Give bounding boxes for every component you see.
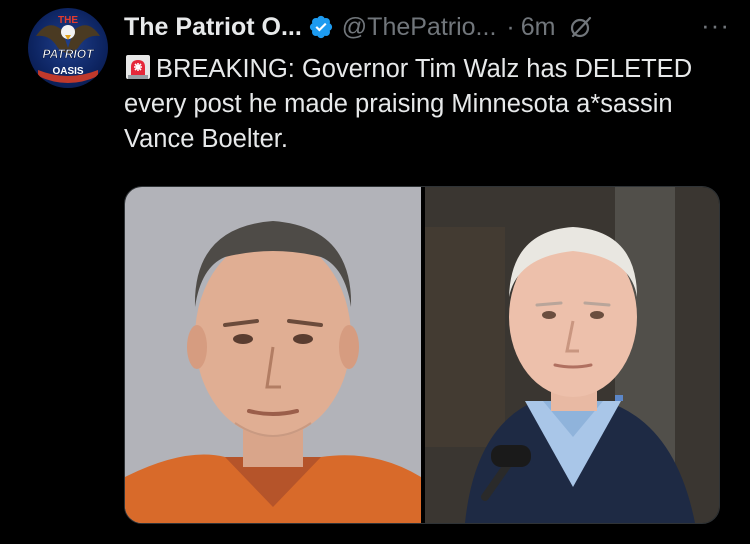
- police-light-emoji-icon: [124, 53, 152, 81]
- display-name[interactable]: The Patriot O...: [124, 13, 302, 42]
- tweet-text: BREAKING: Governor Tim Walz has DELETED …: [124, 52, 724, 157]
- tweet-header: The Patriot O... @ThePatrio... · 6m ···: [124, 10, 730, 44]
- verified-badge-icon[interactable]: [308, 14, 334, 40]
- mugshot-photo[interactable]: [125, 187, 421, 523]
- media-grid[interactable]: [124, 186, 720, 524]
- avatar[interactable]: THE PATRIOT OASIS: [28, 8, 108, 88]
- grok-icon[interactable]: [569, 15, 593, 39]
- avatar-text-bottom: OASIS: [52, 66, 83, 77]
- timestamp[interactable]: 6m: [521, 13, 556, 42]
- avatar-text-mid: PATRIOT: [43, 47, 96, 61]
- governor-photo[interactable]: [425, 187, 719, 523]
- more-options-icon[interactable]: ···: [701, 10, 730, 40]
- avatar-text-top: THE: [58, 15, 78, 26]
- handle[interactable]: @ThePatrio...: [342, 13, 497, 42]
- separator-dot: ·: [506, 12, 515, 41]
- tweet-body: BREAKING: Governor Tim Walz has DELETED …: [124, 55, 693, 153]
